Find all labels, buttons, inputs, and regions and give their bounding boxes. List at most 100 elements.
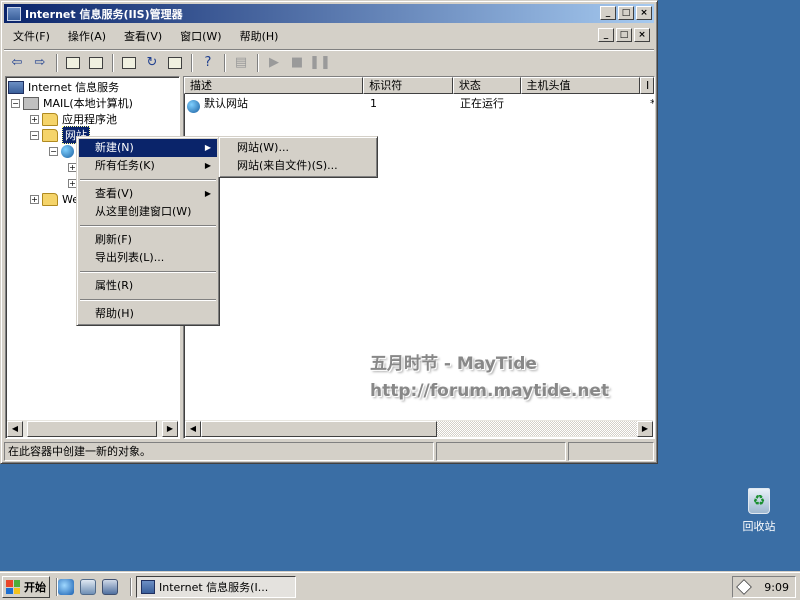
- new-submenu: 网站(W)... 网站(来自文件)(S)...: [218, 136, 378, 178]
- iis-app-icon: [141, 580, 155, 594]
- scroll-right-icon[interactable]: ▶: [637, 420, 653, 437]
- expand-icon[interactable]: +: [30, 194, 39, 204]
- tree-node-default-site[interactable]: −: [49, 143, 78, 159]
- submenu-item-website-from-file[interactable]: 网站(来自文件)(S)...: [221, 157, 375, 175]
- collapse-icon[interactable]: −: [30, 130, 39, 140]
- system-tray: 9:09: [732, 576, 796, 598]
- submenu-arrow-icon: ▶: [204, 189, 211, 198]
- menu-separator: [80, 225, 216, 227]
- submenu-item-website[interactable]: 网站(W)...: [221, 139, 375, 157]
- column-status[interactable]: 状态: [452, 77, 521, 94]
- taskbar: 开始 Internet 信息服务(I... 9:09: [0, 572, 800, 600]
- cell-status: 正在运行: [460, 97, 504, 110]
- tree-node-root[interactable]: Internet 信息服务: [8, 79, 119, 95]
- maximize-button[interactable]: □: [618, 6, 634, 20]
- context-item-new-window[interactable]: 从这里创建窗口(W): [79, 203, 217, 221]
- context-item-label: 属性(R): [95, 279, 134, 292]
- status-text: 在此容器中创建一新的对象。: [4, 442, 434, 461]
- menu-bar: 文件(F) 操作(A) 查看(V) 窗口(W) 帮助(H) _ □ ×: [4, 25, 654, 47]
- toolbar-separator: [257, 53, 259, 72]
- context-item-properties[interactable]: 属性(R): [79, 277, 217, 295]
- start-button[interactable]: 开始: [2, 576, 50, 598]
- tree-label: 应用程序池: [62, 113, 117, 126]
- tree-node-computer[interactable]: − MAIL(本地计算机): [11, 95, 133, 111]
- up-folder-icon[interactable]: [62, 53, 84, 73]
- back-icon[interactable]: ⇦: [6, 53, 28, 73]
- show-desktop-icon[interactable]: [80, 579, 96, 595]
- recycle-bin-desktop-icon[interactable]: ♻ 回收站: [736, 488, 782, 534]
- scroll-left-icon[interactable]: ◀: [185, 420, 201, 437]
- internet-explorer-icon[interactable]: [58, 579, 74, 595]
- list-hscrollbar[interactable]: ◀ ▶: [185, 420, 653, 437]
- child-minimize-button[interactable]: _: [598, 28, 614, 42]
- context-item-help[interactable]: 帮助(H): [79, 305, 217, 323]
- tree-hscrollbar[interactable]: ◀ ▶: [7, 420, 178, 437]
- computer-icon: [23, 96, 39, 110]
- context-item-label: 新建(N): [95, 141, 134, 154]
- network-tray-icon[interactable]: [736, 579, 752, 595]
- context-item-export-list[interactable]: 导出列表(L)...: [79, 249, 217, 267]
- window-title: Internet 信息服务(IIS)管理器: [25, 7, 183, 21]
- close-button[interactable]: ×: [636, 6, 652, 20]
- taskbar-separator: [130, 578, 132, 596]
- menu-separator: [80, 271, 216, 273]
- toolbar-separator: [112, 53, 114, 72]
- play-icon[interactable]: ▶: [263, 53, 285, 73]
- quick-launch-icon[interactable]: [102, 579, 118, 595]
- stop-icon[interactable]: ■: [286, 53, 308, 73]
- scroll-thumb[interactable]: [27, 420, 157, 437]
- column-host-header[interactable]: 主机头值: [520, 77, 641, 94]
- context-menu: 新建(N) ▶ 所有任务(K) ▶ 查看(V) ▶ 从这里创建窗口(W) 刷新(…: [76, 136, 220, 326]
- context-item-refresh[interactable]: 刷新(F): [79, 231, 217, 249]
- minimize-button[interactable]: _: [600, 6, 616, 20]
- cell-identifier: 1: [370, 97, 377, 110]
- export-icon[interactable]: [164, 53, 186, 73]
- column-identifier[interactable]: 标识符: [363, 77, 453, 94]
- tree-node-web-extensions[interactable]: + We: [30, 191, 79, 207]
- submenu-arrow-icon: ▶: [204, 161, 211, 170]
- globe-icon: [187, 99, 200, 113]
- toolbar-separator: [191, 53, 193, 72]
- clock[interactable]: 9:09: [764, 581, 789, 594]
- folder-icon: [42, 128, 58, 142]
- context-item-all-tasks[interactable]: 所有任务(K) ▶: [79, 157, 217, 175]
- menu-view[interactable]: 查看(V): [115, 26, 171, 46]
- table-row[interactable]: 默认网站 1 正在运行 *: [184, 95, 654, 113]
- start-label: 开始: [24, 581, 46, 594]
- title-bar[interactable]: Internet 信息服务(IIS)管理器 _ □ ×: [4, 4, 654, 23]
- collapse-icon[interactable]: −: [11, 98, 20, 108]
- folder-icon: [42, 112, 58, 126]
- menu-help[interactable]: 帮助(H): [231, 26, 288, 46]
- scroll-right-icon[interactable]: ▶: [162, 420, 178, 437]
- computer-icon[interactable]: ▤: [230, 53, 252, 73]
- list-pane[interactable]: 描述 标识符 状态 主机头值 I 默认网站 1 正在运行 * 五月时节 - Ma…: [183, 76, 655, 439]
- show-tree-icon[interactable]: [85, 53, 107, 73]
- pause-icon[interactable]: ❚❚: [309, 53, 331, 73]
- taskbar-item-iis[interactable]: Internet 信息服务(I...: [136, 576, 296, 598]
- menu-window[interactable]: 窗口(W): [171, 26, 230, 46]
- menu-file[interactable]: 文件(F): [4, 26, 59, 46]
- column-extra[interactable]: I: [640, 77, 654, 94]
- menu-action[interactable]: 操作(A): [59, 26, 115, 46]
- refresh-icon[interactable]: ↻: [141, 53, 163, 73]
- iis-app-icon: [7, 6, 21, 21]
- column-description[interactable]: 描述: [184, 77, 364, 94]
- properties-icon[interactable]: [118, 53, 140, 73]
- child-restore-button[interactable]: □: [616, 28, 632, 42]
- help-icon[interactable]: ?: [197, 53, 219, 73]
- tree-label: Internet 信息服务: [28, 81, 120, 94]
- tree-node-app-pools[interactable]: + 应用程序池: [30, 111, 117, 127]
- scroll-thumb[interactable]: [201, 420, 437, 437]
- forward-icon[interactable]: ⇨: [29, 53, 51, 73]
- expand-icon[interactable]: +: [30, 114, 39, 124]
- recycle-bin-label: 回收站: [742, 520, 776, 533]
- collapse-icon[interactable]: −: [49, 146, 58, 156]
- context-item-label: 从这里创建窗口(W): [95, 205, 192, 218]
- scroll-left-icon[interactable]: ◀: [7, 420, 23, 437]
- context-item-view[interactable]: 查看(V) ▶: [79, 185, 217, 203]
- folder-icon: [42, 192, 58, 206]
- context-item-new[interactable]: 新建(N) ▶: [79, 139, 217, 157]
- globe-icon: [61, 144, 74, 158]
- child-close-button[interactable]: ×: [634, 28, 650, 42]
- toolbar-separator: [224, 53, 226, 72]
